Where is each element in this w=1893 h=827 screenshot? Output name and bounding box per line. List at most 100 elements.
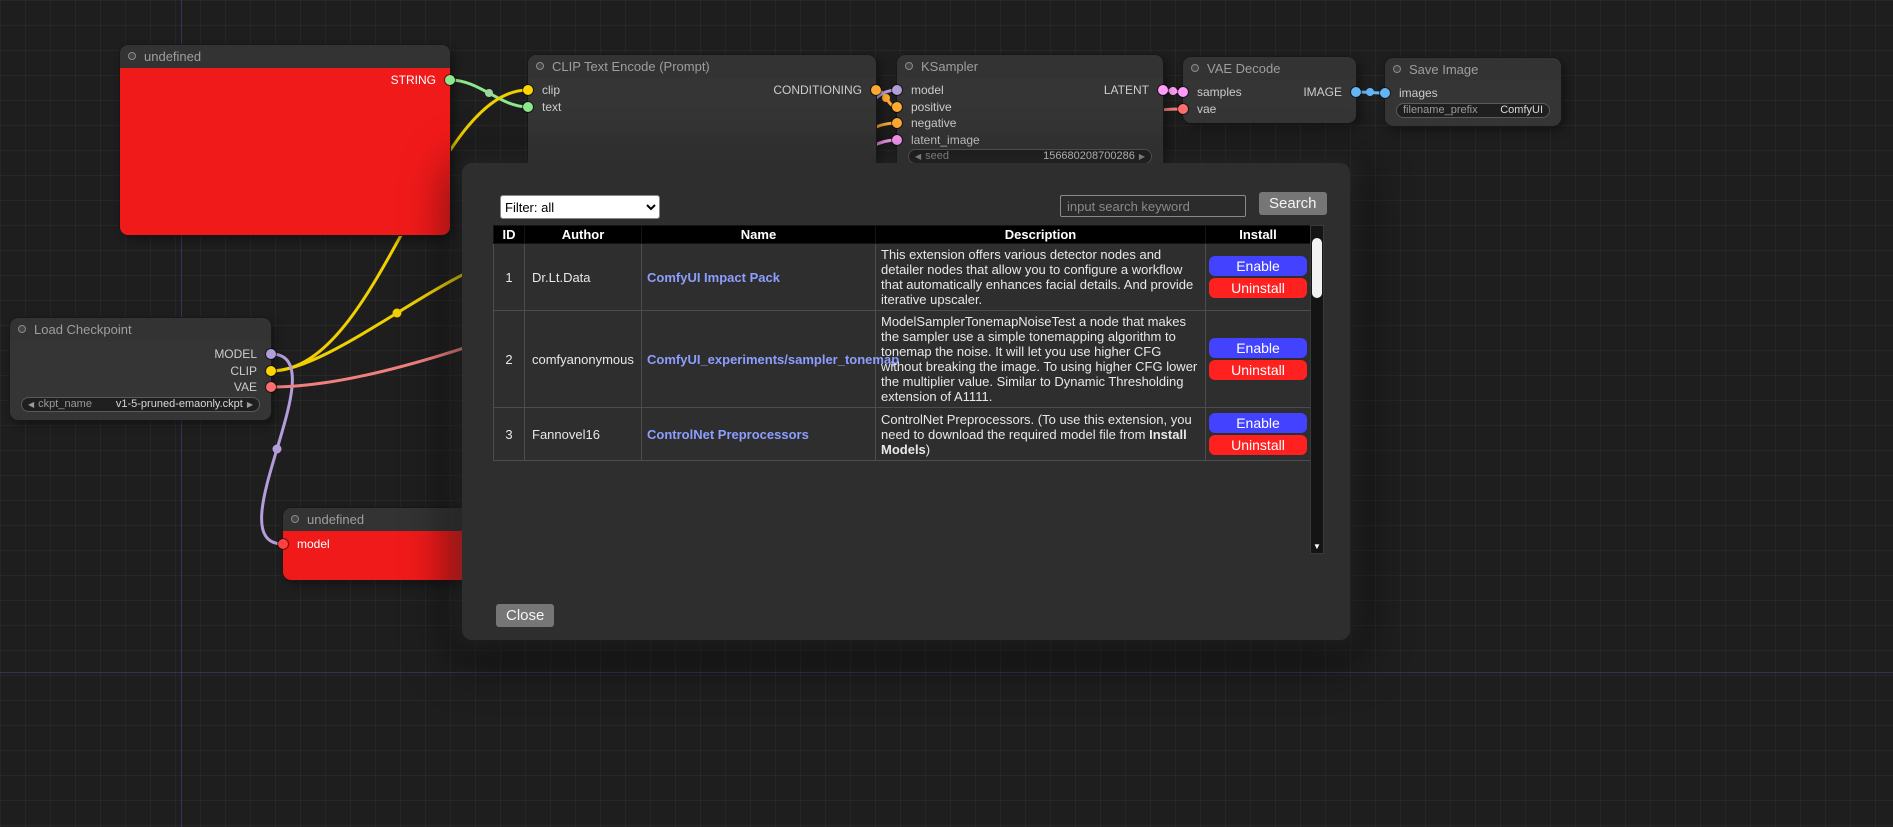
node-body: STRING bbox=[120, 68, 450, 235]
extension-description: ModelSamplerTonemapNoiseTest a node that… bbox=[876, 311, 1206, 408]
node-title: undefined bbox=[144, 45, 201, 68]
uninstall-button[interactable]: Uninstall bbox=[1209, 278, 1307, 298]
output-slot-clip[interactable]: CLIP bbox=[10, 364, 271, 378]
canvas-grid-axis-horizontal bbox=[0, 672, 1893, 673]
col-header-author: Author bbox=[525, 226, 642, 244]
custom-nodes-manager-dialog: Filter: all Search ID Author Name Descri… bbox=[462, 163, 1350, 640]
col-header-name: Name bbox=[642, 226, 876, 244]
extension-description: ControlNet Preprocessors. (To use this e… bbox=[876, 408, 1206, 461]
extension-row: 2 comfyanonymous ComfyUI_experiments/sam… bbox=[494, 311, 1311, 408]
extension-row: 1 Dr.Lt.Data ComfyUI Impact Pack This ex… bbox=[494, 244, 1311, 311]
scroll-down-icon[interactable]: ▼ bbox=[1311, 542, 1323, 552]
clip-output-dot[interactable] bbox=[266, 366, 276, 376]
enable-button[interactable]: Enable bbox=[1209, 413, 1307, 433]
node-collapse-dot[interactable] bbox=[536, 62, 544, 70]
positive-input-dot[interactable] bbox=[892, 102, 902, 112]
node-body: samples vae IMAGE bbox=[1183, 80, 1356, 123]
output-slot-conditioning[interactable]: CONDITIONING bbox=[528, 83, 876, 97]
node-load-checkpoint[interactable]: Load Checkpoint MODEL CLIP VAE ◀ ckpt_na… bbox=[10, 318, 271, 420]
node-title: Save Image bbox=[1409, 58, 1478, 81]
node-collapse-dot[interactable] bbox=[291, 515, 299, 523]
node-undefined-top[interactable]: undefined STRING bbox=[120, 45, 450, 235]
node-collapse-dot[interactable] bbox=[1393, 65, 1401, 73]
conditioning-output-dot[interactable] bbox=[871, 85, 881, 95]
col-header-description: Description bbox=[876, 226, 1206, 244]
output-slot-latent[interactable]: LATENT bbox=[897, 83, 1163, 97]
extension-id: 2 bbox=[494, 311, 525, 408]
search-button[interactable]: Search bbox=[1259, 192, 1327, 215]
string-output-dot[interactable] bbox=[445, 75, 455, 85]
extension-description: This extension offers various detector n… bbox=[876, 244, 1206, 311]
latent-output-dot[interactable] bbox=[1158, 85, 1168, 95]
uninstall-button[interactable]: Uninstall bbox=[1209, 435, 1307, 455]
node-body: clip text CONDITIONING bbox=[528, 78, 876, 167]
image-output-dot[interactable] bbox=[1351, 87, 1361, 97]
vae-input-dot[interactable] bbox=[1178, 104, 1188, 114]
node-collapse-dot[interactable] bbox=[905, 62, 913, 70]
text-input-dot[interactable] bbox=[523, 102, 533, 112]
extension-link[interactable]: ComfyUI Impact Pack bbox=[647, 270, 780, 285]
input-slot-latent-image[interactable]: latent_image bbox=[897, 133, 1163, 147]
input-slot-vae[interactable]: vae bbox=[1183, 102, 1356, 116]
node-body: images filename_prefix ComfyUI bbox=[1385, 81, 1561, 126]
extension-author: comfyanonymous bbox=[525, 311, 642, 408]
input-slot-images[interactable]: images bbox=[1385, 86, 1561, 100]
close-button[interactable]: Close bbox=[496, 604, 554, 627]
extension-author: Dr.Lt.Data bbox=[525, 244, 642, 311]
node-header[interactable]: Load Checkpoint bbox=[10, 318, 271, 341]
seed-widget[interactable]: ◀ seed 156680208700286 ▶ bbox=[908, 149, 1152, 164]
model-input-dot[interactable] bbox=[278, 539, 288, 549]
node-header[interactable]: CLIP Text Encode (Prompt) bbox=[528, 55, 876, 78]
col-header-install: Install bbox=[1206, 226, 1311, 244]
node-collapse-dot[interactable] bbox=[1191, 64, 1199, 72]
ckpt-name-widget[interactable]: ◀ ckpt_name v1-5-pruned-emaonly.ckpt ▶ bbox=[21, 397, 260, 412]
latent-image-input-dot[interactable] bbox=[892, 135, 902, 145]
output-slot-model[interactable]: MODEL bbox=[10, 347, 271, 361]
extension-author: Fannovel16 bbox=[525, 408, 642, 461]
node-header[interactable]: undefined bbox=[120, 45, 450, 68]
arrow-left-icon[interactable]: ◀ bbox=[915, 150, 921, 163]
model-output-dot[interactable] bbox=[266, 349, 276, 359]
filename-prefix-widget[interactable]: filename_prefix ComfyUI bbox=[1396, 103, 1550, 118]
extension-link[interactable]: ComfyUI_experiments/sampler_tonemap bbox=[647, 352, 899, 367]
extension-id: 3 bbox=[494, 408, 525, 461]
output-slot-string[interactable]: STRING bbox=[120, 73, 450, 87]
extensions-table: ID Author Name Description Install 1 Dr.… bbox=[493, 225, 1311, 461]
uninstall-button[interactable]: Uninstall bbox=[1209, 360, 1307, 380]
images-input-dot[interactable] bbox=[1380, 88, 1390, 98]
extension-id: 1 bbox=[494, 244, 525, 311]
node-header[interactable]: VAE Decode bbox=[1183, 57, 1356, 80]
output-slot-vae[interactable]: VAE bbox=[10, 380, 271, 394]
node-clip-text-encode[interactable]: CLIP Text Encode (Prompt) clip text COND… bbox=[528, 55, 876, 167]
search-input[interactable] bbox=[1060, 195, 1246, 217]
input-slot-text[interactable]: text bbox=[528, 100, 876, 114]
arrow-left-icon[interactable]: ◀ bbox=[28, 398, 34, 411]
extension-row: 3 Fannovel16 ControlNet Preprocessors Co… bbox=[494, 408, 1311, 461]
node-collapse-dot[interactable] bbox=[128, 52, 136, 60]
node-header[interactable]: KSampler bbox=[897, 55, 1163, 78]
filter-select[interactable]: Filter: all bbox=[500, 195, 660, 219]
node-title: VAE Decode bbox=[1207, 57, 1280, 80]
extension-link[interactable]: ControlNet Preprocessors bbox=[647, 427, 809, 442]
node-graph-canvas[interactable]: undefined STRING CLIP Text Encode (Promp… bbox=[0, 0, 1893, 827]
input-slot-positive[interactable]: positive bbox=[897, 100, 1163, 114]
node-title: undefined bbox=[307, 508, 364, 531]
arrow-right-icon[interactable]: ▶ bbox=[1139, 150, 1145, 163]
node-vae-decode[interactable]: VAE Decode samples vae IMAGE bbox=[1183, 57, 1356, 123]
col-header-id: ID bbox=[494, 226, 525, 244]
input-slot-negative[interactable]: negative bbox=[897, 116, 1163, 130]
scrollbar-thumb[interactable] bbox=[1312, 238, 1322, 298]
node-ksampler[interactable]: KSampler model positive negative latent_… bbox=[897, 55, 1163, 167]
output-slot-image[interactable]: IMAGE bbox=[1183, 85, 1356, 99]
node-title: KSampler bbox=[921, 55, 978, 78]
node-title: CLIP Text Encode (Prompt) bbox=[552, 55, 710, 78]
vae-output-dot[interactable] bbox=[266, 382, 276, 392]
node-header[interactable]: Save Image bbox=[1385, 58, 1561, 81]
negative-input-dot[interactable] bbox=[892, 118, 902, 128]
enable-button[interactable]: Enable bbox=[1209, 256, 1307, 276]
table-scrollbar[interactable]: ▼ bbox=[1310, 225, 1324, 554]
arrow-right-icon[interactable]: ▶ bbox=[247, 398, 253, 411]
node-save-image[interactable]: Save Image images filename_prefix ComfyU… bbox=[1385, 58, 1561, 126]
enable-button[interactable]: Enable bbox=[1209, 338, 1307, 358]
node-collapse-dot[interactable] bbox=[18, 325, 26, 333]
